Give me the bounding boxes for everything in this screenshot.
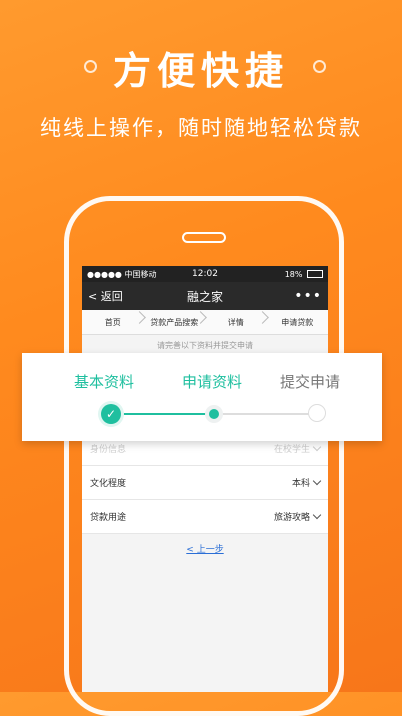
promo-subline: 纯线上操作，随时随地轻松贷款: [40, 116, 362, 140]
chevron-down-icon: [312, 442, 322, 451]
form-row-education[interactable]: 文化程度 本科: [82, 466, 328, 500]
step-label-application-info: 申请资料: [182, 373, 243, 391]
carrier-label: ●●●●● 中国移动: [87, 269, 157, 279]
step-label-submit: 提交申请: [280, 373, 341, 391]
decorative-dot-right: [313, 60, 326, 73]
breadcrumb-item-detail[interactable]: 详情: [205, 317, 267, 328]
form-row-label: 文化程度: [90, 479, 127, 489]
progress-steps-card: 基本资料 申请资料 提交申请 ✓: [22, 353, 382, 441]
step-label-basic-info: 基本资料: [74, 373, 135, 391]
breadcrumb: 首页 贷款产品搜索 详情 申请贷款: [82, 310, 328, 335]
current-step-node: [209, 409, 219, 419]
decorative-dot-left: [84, 60, 97, 73]
status-bar: ●●●●● 中国移动 12:02 18%: [82, 266, 328, 282]
breadcrumb-item-home[interactable]: 首页: [82, 317, 144, 328]
battery-indicator: 18%: [244, 269, 324, 279]
more-menu-icon[interactable]: •••: [262, 288, 322, 304]
form-row-value: 在校学生: [273, 445, 310, 455]
breadcrumb-item-search[interactable]: 贷款产品搜索: [144, 317, 206, 328]
form-row-value: 本科: [291, 479, 310, 489]
page-title: 融之家: [186, 289, 223, 304]
phone-screen: ●●●●● 中国移动 12:02 18% < 返回 融之家 ••• 首页 贷款产…: [82, 266, 328, 692]
form-row-label: 贷款用途: [90, 513, 127, 523]
form-row-value: 旅游攻略: [273, 513, 310, 523]
back-button[interactable]: < 返回: [88, 288, 148, 304]
breadcrumb-item-apply[interactable]: 申请贷款: [267, 317, 329, 328]
progress-track-pending: [214, 413, 318, 415]
pending-step-node: [308, 404, 326, 422]
form-notice: 请完善以下资料并提交申请: [157, 341, 253, 350]
chevron-down-icon: [312, 476, 322, 485]
chevron-down-icon: [312, 510, 322, 519]
nav-bar: < 返回 融之家 •••: [82, 282, 328, 310]
previous-step-link[interactable]: < 上一步: [82, 542, 328, 555]
check-icon: ✓: [101, 404, 121, 424]
form-row-loan-purpose[interactable]: 贷款用途 旅游攻略: [82, 500, 328, 534]
progress-track-complete: [112, 413, 214, 415]
form-row-label: 身份信息: [90, 445, 127, 455]
clock: 12:02: [192, 269, 218, 279]
battery-percent: 18%: [284, 269, 303, 279]
battery-icon: [307, 270, 324, 278]
phone-speaker: [182, 232, 226, 243]
promo-headline: 方便快捷: [112, 49, 289, 93]
